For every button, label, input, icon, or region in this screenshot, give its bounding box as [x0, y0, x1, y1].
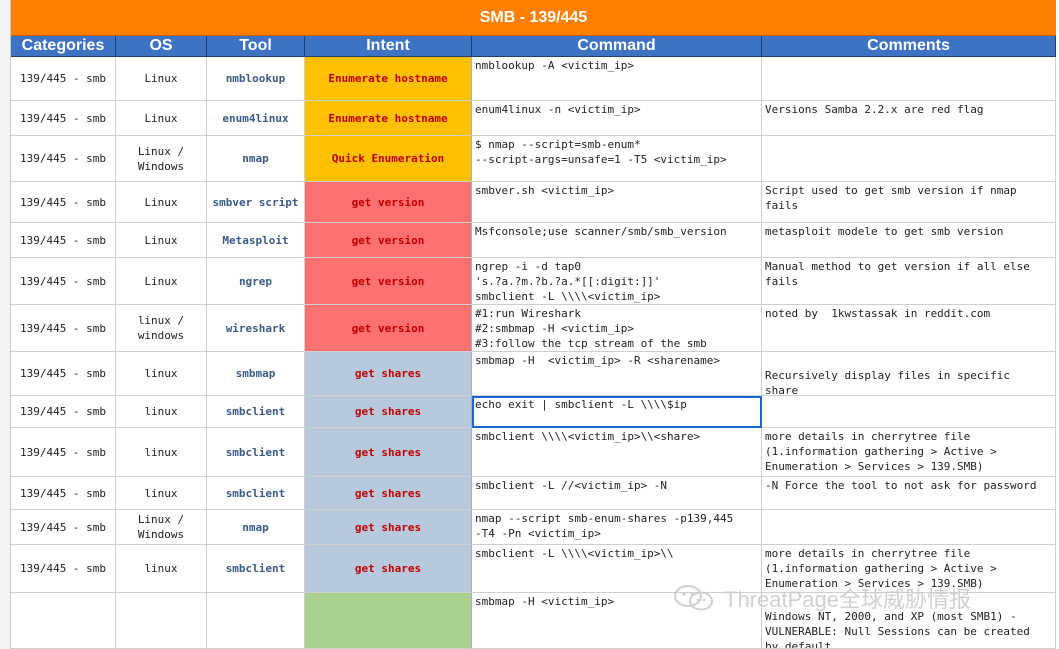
command-cell[interactable]: #1:run Wireshark #2:smbmap -H <victim_ip… [472, 305, 762, 352]
os-cell[interactable]: Linux / Windows [116, 510, 207, 545]
intent-cell[interactable]: Quick Enumeration [305, 136, 472, 182]
command-cell[interactable]: $ nmap --script=smb-enum* --script-args=… [472, 136, 762, 182]
tool-cell[interactable] [207, 593, 305, 649]
intent-cell[interactable] [305, 593, 472, 649]
comments-cell[interactable] [762, 396, 1056, 428]
category-cell[interactable]: 139/445 - smb [11, 428, 116, 477]
os-cell[interactable]: linux [116, 545, 207, 593]
command-cell[interactable]: smbmap -H <victim_ip> [472, 593, 762, 649]
intent-cell[interactable]: get shares [305, 545, 472, 593]
intent-cell[interactable]: get shares [305, 428, 472, 477]
category-cell[interactable] [11, 593, 116, 649]
tool-cell[interactable]: smbclient [207, 545, 305, 593]
comments-cell[interactable] [762, 136, 1056, 182]
os-cell[interactable]: linux [116, 352, 207, 396]
comments-cell[interactable]: metasploit modele to get smb version [762, 223, 1056, 258]
command-cell[interactable]: smbclient \\\\<victim_ip>\\<share> [472, 428, 762, 477]
tool-cell[interactable]: smbmap [207, 352, 305, 396]
category-cell[interactable]: 139/445 - smb [11, 223, 116, 258]
comments-cell[interactable] [762, 510, 1056, 545]
tool-cell[interactable]: smbver script [207, 182, 305, 223]
command-cell[interactable]: enum4linux -n <victim_ip> [472, 101, 762, 136]
tool-cell[interactable]: smbclient [207, 477, 305, 510]
os-cell[interactable]: linux [116, 396, 207, 428]
category-cell[interactable]: 139/445 - smb [11, 352, 116, 396]
category-cell[interactable]: 139/445 - smb [11, 136, 116, 182]
tool-cell[interactable]: enum4linux [207, 101, 305, 136]
os-cell[interactable]: linux [116, 428, 207, 477]
category-cell[interactable]: 139/445 - smb [11, 510, 116, 545]
intent-cell[interactable]: Enumerate hostname [305, 101, 472, 136]
row-gutter [0, 0, 11, 649]
os-cell[interactable]: Linux [116, 101, 207, 136]
command-cell[interactable]: Msfconsole;use scanner/smb/smb_version [472, 223, 762, 258]
comments-cell[interactable]: noted by 1kwstassak in reddit.com [762, 305, 1056, 352]
intent-cell[interactable]: get version [305, 258, 472, 305]
command-cell[interactable]: smbmap -H <victim_ip> -R <sharename> [472, 352, 762, 396]
os-cell[interactable]: Linux / Windows [116, 136, 207, 182]
tool-cell[interactable]: smbclient [207, 428, 305, 477]
comments-cell[interactable]: more details in cherrytree file (1.infor… [762, 545, 1056, 593]
tool-cell[interactable]: Metasploit [207, 223, 305, 258]
os-cell[interactable]: linux / windows [116, 305, 207, 352]
header-command[interactable]: Command [472, 36, 762, 57]
category-cell[interactable]: 139/445 - smb [11, 396, 116, 428]
command-cell[interactable]: smbclient -L //<victim_ip> -N [472, 477, 762, 510]
command-cell[interactable]: nmblookup -A <victim_ip> [472, 57, 762, 101]
comments-cell[interactable] [762, 57, 1056, 101]
comments-cell[interactable]: -N Force the tool to not ask for passwor… [762, 477, 1056, 510]
sheet-title[interactable]: SMB - 139/445 [11, 0, 1056, 36]
command-cell[interactable]: ngrep -i -d tap0 's.?a.?m.?b.?a.*[[:digi… [472, 258, 762, 305]
tool-cell[interactable]: ngrep [207, 258, 305, 305]
header-intent[interactable]: Intent [305, 36, 472, 57]
tool-cell[interactable]: smbclient [207, 396, 305, 428]
intent-cell[interactable]: Enumerate hostname [305, 57, 472, 101]
command-cell[interactable]: echo exit | smbclient -L \\\\$ip [472, 396, 762, 428]
command-cell[interactable]: smbclient -L \\\\<victim_ip>\\ [472, 545, 762, 593]
comments-cell[interactable]: Versions Samba 2.2.x are red flag [762, 101, 1056, 136]
comments-cell[interactable]: Manual method to get version if all else… [762, 258, 1056, 305]
category-cell[interactable]: 139/445 - smb [11, 305, 116, 352]
category-cell[interactable]: 139/445 - smb [11, 101, 116, 136]
tool-cell[interactable]: nmblookup [207, 57, 305, 101]
category-cell[interactable]: 139/445 - smb [11, 57, 116, 101]
intent-cell[interactable]: get shares [305, 396, 472, 428]
intent-cell[interactable]: get shares [305, 477, 472, 510]
intent-cell[interactable]: get version [305, 305, 472, 352]
header-os[interactable]: OS [116, 36, 207, 57]
comments-cell[interactable]: Recursively display files in specific sh… [762, 352, 1056, 396]
category-cell[interactable]: 139/445 - smb [11, 477, 116, 510]
intent-cell[interactable]: get version [305, 223, 472, 258]
os-cell[interactable]: Linux [116, 258, 207, 305]
os-cell[interactable] [116, 593, 207, 649]
category-cell[interactable]: 139/445 - smb [11, 258, 116, 305]
tool-cell[interactable]: nmap [207, 510, 305, 545]
tool-cell[interactable]: wireshark [207, 305, 305, 352]
intent-cell[interactable]: get version [305, 182, 472, 223]
comments-cell[interactable]: more details in cherrytree file (1.infor… [762, 428, 1056, 477]
tool-cell[interactable]: nmap [207, 136, 305, 182]
header-categories[interactable]: Categories [11, 36, 116, 57]
command-cell[interactable]: smbver.sh <victim_ip> [472, 182, 762, 223]
spreadsheet: SMB - 139/445 Categories OS Tool Intent Comm… [0, 0, 1059, 649]
header-comments[interactable]: Comments [762, 36, 1056, 57]
os-cell[interactable]: linux [116, 477, 207, 510]
comments-cell[interactable]: Script used to get smb version if nmap f… [762, 182, 1056, 223]
header-tool[interactable]: Tool [207, 36, 305, 57]
category-cell[interactable]: 139/445 - smb [11, 545, 116, 593]
os-cell[interactable]: Linux [116, 223, 207, 258]
intent-cell[interactable]: get shares [305, 510, 472, 545]
comments-cell[interactable]: Windows NT, 2000, and XP (most SMB1) - V… [762, 593, 1056, 649]
command-cell[interactable]: nmap --script smb-enum-shares -p139,445 … [472, 510, 762, 545]
category-cell[interactable]: 139/445 - smb [11, 182, 116, 223]
os-cell[interactable]: Linux [116, 57, 207, 101]
os-cell[interactable]: Linux [116, 182, 207, 223]
intent-cell[interactable]: get shares [305, 352, 472, 396]
